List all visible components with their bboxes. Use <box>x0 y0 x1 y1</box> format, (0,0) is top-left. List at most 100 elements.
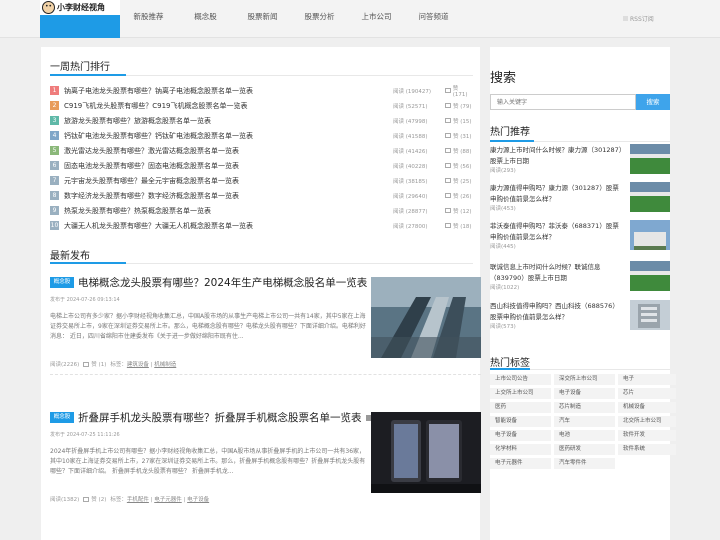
tag-link[interactable]: 机械设备 <box>618 402 676 413</box>
nav-item-stock-analysis[interactable]: 股票分析 <box>291 0 348 38</box>
tag-link[interactable]: 手机配件 <box>127 497 149 503</box>
recommend-item-thumbnail[interactable] <box>630 300 670 330</box>
search-title: 搜索 <box>490 71 517 86</box>
recommend-item: 联诚信息上市时间什么时候？联诚信息（839790）股票上市日期 阅读(1022) <box>490 261 670 298</box>
tag-link[interactable]: 电子设备 <box>554 388 615 399</box>
hot-item-title[interactable]: 热泵龙头股票有哪些？热泵概念股票名单一览表 <box>64 206 393 216</box>
tag-link[interactable]: 北交所上市公司 <box>618 416 676 427</box>
rank-badge: 8 <box>50 191 59 200</box>
tag-link[interactable]: 医药研发 <box>554 444 615 455</box>
tag-link[interactable]: 电子元器件 <box>490 458 551 469</box>
like-button[interactable]: 赞 (18) <box>445 222 473 230</box>
like-button[interactable]: 赞 (1) <box>83 360 106 368</box>
hot-item-title[interactable]: 钙钛矿电池龙头股票有哪些？钙钛矿电池概念股票名单一览表 <box>64 131 393 141</box>
like-button[interactable]: 赞 (12) <box>445 207 473 215</box>
rank-badge: 7 <box>50 176 59 185</box>
nav-item-stock-news[interactable]: 股票新闻 <box>234 0 291 38</box>
post-title[interactable]: 折叠屏手机龙头股票有哪些？折叠屏手机概念股票名单一览表 <box>78 410 374 425</box>
recommend-item-title[interactable]: 西山科技值得申购吗？西山科技（688576）股票申购价值前景怎么样？ <box>490 301 624 322</box>
post-thumbnail-foldable-phone[interactable] <box>371 412 481 493</box>
search-button[interactable]: 搜索 <box>636 94 670 110</box>
tag-link[interactable]: 芯片 <box>618 388 676 399</box>
hot-item-title[interactable]: 激光雷达龙头股票有哪些？激光雷达概念股票名单一览表 <box>64 146 393 156</box>
post-excerpt: 2024年折叠屏手机上市公司有哪些？据小李财经视角收集汇总，中国A股市场从事折叠… <box>50 448 366 475</box>
tag-link[interactable]: 汽车零件件 <box>554 458 615 469</box>
tag-link[interactable]: 电子 <box>618 374 676 385</box>
tag-link[interactable]: 智能设备 <box>490 416 551 427</box>
post-category-tag[interactable]: 概念股 <box>50 277 74 288</box>
tag-link[interactable]: 电子设备 <box>490 430 551 441</box>
tag-link[interactable]: 电子元器件 <box>154 497 182 503</box>
site-logo[interactable]: •• 小李财经视角 <box>40 0 120 38</box>
latest-posts-title: 最新发布 <box>50 251 90 262</box>
like-button[interactable]: 赞 (25) <box>445 177 473 185</box>
tag-link[interactable]: 化学材料 <box>490 444 551 455</box>
post-tags: 标签：建筑设备 | 机械制造 <box>110 362 177 368</box>
like-button[interactable]: 赞 (56) <box>445 162 473 170</box>
recommend-item-title[interactable]: 菲沃泰值得申购吗？菲沃泰（688371）股票申购价值前景怎么样？ <box>490 221 624 242</box>
hot-item-views: 阅读 (27800) <box>393 222 445 230</box>
tag-link[interactable]: 建筑设备 <box>127 362 149 368</box>
thumbs-up-icon <box>445 133 451 138</box>
post-title-text: 电梯概念龙头股票有哪些？2024年生产电梯概念股名单一览表 <box>78 277 368 289</box>
nav-item-new-stocks[interactable]: 新股推荐 <box>120 0 177 38</box>
tag-link[interactable]: 机械制造 <box>154 362 176 368</box>
hot-item-title[interactable]: 大疆无人机龙头股票有哪些？大疆无人机概念股票名单一览表 <box>64 221 393 231</box>
thumbs-up-icon <box>445 193 451 198</box>
views-count: (41426) <box>405 148 428 155</box>
tags-title: 热门标签 <box>490 358 530 369</box>
hot-item-title[interactable]: 旅游龙头股票有哪些？旅游概念股票名单一览表 <box>64 116 393 126</box>
post-category-tag[interactable]: 概念股 <box>50 412 74 423</box>
tag-link[interactable]: 上交所上市公司 <box>490 388 551 399</box>
hot-item-views: 阅读 (41426) <box>393 147 445 155</box>
top-nav-bar: •• 小李财经视角 新股推荐 概念股 股票新闻 股票分析 上市公司 问答频道 R… <box>0 0 720 38</box>
hot-item-title[interactable]: 元宇宙龙头股票有哪些？最全元宇宙概念股票名单一览表 <box>64 176 393 186</box>
tag-link[interactable]: 电池 <box>554 430 615 441</box>
tag-link[interactable]: 医药 <box>490 402 551 413</box>
search-input[interactable] <box>490 94 636 110</box>
tag-link[interactable]: 上市公司公告 <box>490 374 551 385</box>
recommend-item-thumbnail[interactable] <box>630 220 670 250</box>
thumbnail-image <box>630 144 670 174</box>
tag-link[interactable]: 芯片制造 <box>554 402 615 413</box>
tag-link[interactable]: 电子设备 <box>187 497 209 503</box>
thumbnail-image <box>630 182 670 212</box>
like-count: 赞 (88) <box>453 148 472 155</box>
hot-item-title[interactable]: 数字经济龙头股票有哪些？数字经济概念股票名单一览表 <box>64 191 393 201</box>
like-button[interactable]: 赞 (26) <box>445 192 473 200</box>
tag-link[interactable]: 软件系统 <box>618 444 676 455</box>
like-button[interactable]: 赞 (79) <box>445 102 473 110</box>
like-button[interactable]: 赞 (171) <box>445 84 473 98</box>
like-button[interactable]: 赞 (88) <box>445 147 473 155</box>
hot-item-title[interactable]: 固态电池龙头股票有哪些？固态电池概念股票名单一览表 <box>64 161 393 171</box>
rank-badge: 9 <box>50 206 59 215</box>
rss-icon <box>623 16 628 21</box>
views-label: 阅读 <box>393 193 405 200</box>
recommend-item-thumbnail[interactable] <box>630 182 670 212</box>
recommend-item-thumbnail[interactable] <box>630 261 670 291</box>
hot-list-item: 9 热泵龙头股票有哪些？热泵概念股票名单一览表 阅读 (28877) 赞 (12) <box>50 203 473 218</box>
foldable-phone-image <box>371 412 481 493</box>
like-button[interactable]: 赞 (15) <box>445 117 473 125</box>
nav-item-qa[interactable]: 问答频道 <box>405 0 462 38</box>
recommend-item-title[interactable]: 联诚信息上市时间什么时候？联诚信息（839790）股票上市日期 <box>490 262 624 283</box>
nav-item-listed-companies[interactable]: 上市公司 <box>348 0 405 38</box>
post-title[interactable]: 电梯概念龙头股票有哪些？2024年生产电梯概念股名单一览表 <box>78 275 380 290</box>
hot-item-title[interactable]: 钠离子电池龙头股票有哪些？钠离子电池概念股票名单一览表 <box>64 86 393 96</box>
post-date: 发布于 2024-07-25 11:11:26 <box>50 432 120 438</box>
recommend-item-title[interactable]: 康力源值得申购吗？康力源（301287）股票申购价值前景怎么样？ <box>490 183 624 204</box>
hot-list-item: 8 数字经济龙头股票有哪些？数字经济概念股票名单一览表 阅读 (29640) 赞 (2… <box>50 188 473 203</box>
like-button[interactable]: 赞 (31) <box>445 132 473 140</box>
views-label: 阅读 <box>393 118 405 125</box>
recommend-item-thumbnail[interactable] <box>630 144 670 174</box>
like-button[interactable]: 赞 (2) <box>83 495 106 503</box>
tag-link[interactable]: 深交所上市公司 <box>554 374 615 385</box>
tag-link[interactable]: 软件开发 <box>618 430 676 441</box>
tag-link[interactable]: 汽车 <box>554 416 615 427</box>
nav-item-concept-stocks[interactable]: 概念股 <box>177 0 234 38</box>
post-thumbnail-escalator[interactable] <box>371 277 481 358</box>
thumbs-up-icon <box>83 496 90 502</box>
rss-link[interactable]: RSS订阅 <box>623 14 654 23</box>
recommend-item-title[interactable]: 康力源上市时间什么时候？康力源（301287）股票上市日期 <box>490 145 624 166</box>
hot-item-title[interactable]: C919飞机龙头股票有哪些？C919飞机概念股票名单一览表 <box>64 101 393 111</box>
